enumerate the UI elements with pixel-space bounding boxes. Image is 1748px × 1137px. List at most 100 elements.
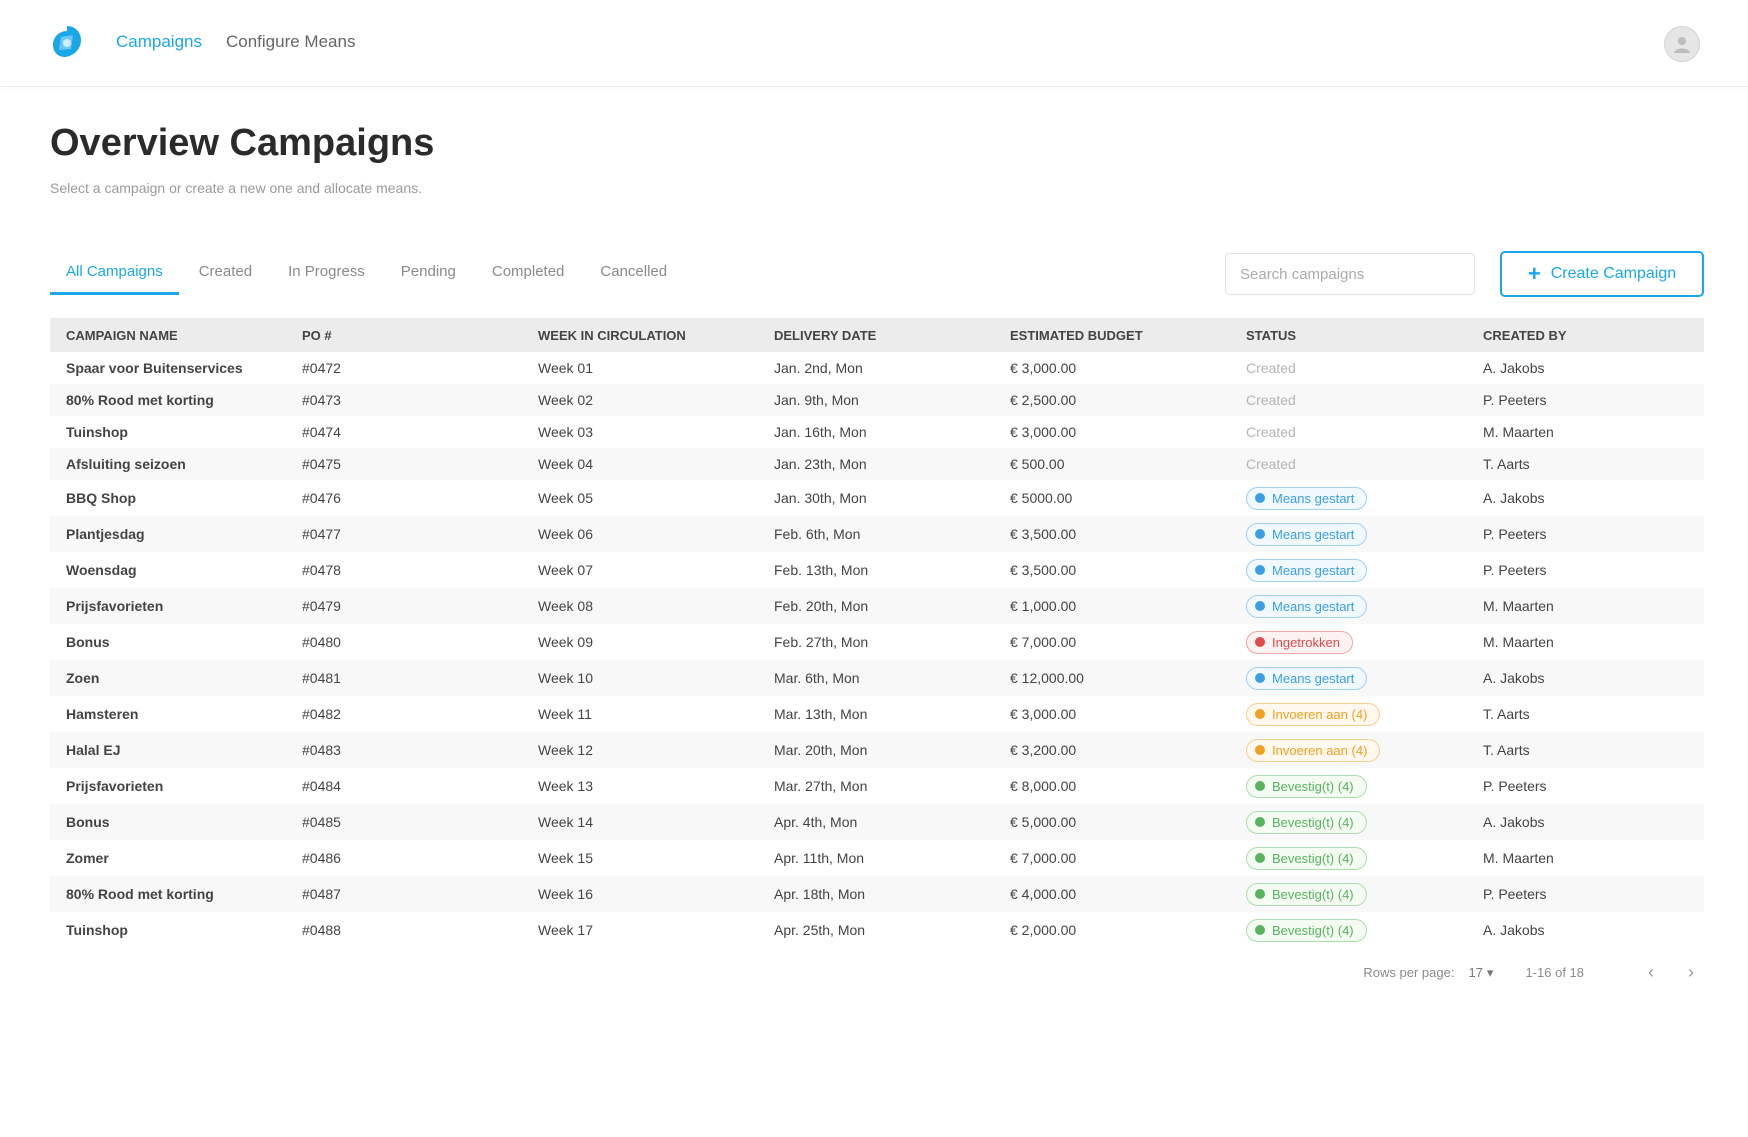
status-badge: Means gestart (1246, 666, 1368, 690)
tab-all-campaigns[interactable]: All Campaigns (50, 255, 179, 295)
table-row[interactable]: Plantjesdag #0477 Week 06 Feb. 6th, Mon € 3,… (50, 516, 1704, 552)
campaign-name-cell: Woensdag (66, 562, 137, 578)
status-dot-icon (1255, 493, 1265, 503)
delivery-date-cell: Apr. 11th, Mon (774, 850, 865, 866)
column-header-created-by[interactable]: Created By (1467, 318, 1704, 352)
status-dot-icon (1255, 781, 1265, 791)
campaign-name-cell: Zomer (66, 850, 109, 866)
table-row[interactable]: Zomer #0486 Week 15 Apr. 11th, Mon € 7,000.0… (50, 840, 1704, 876)
status-badge-label: Means gestart (1272, 598, 1355, 614)
status-badge: Bevestig(t) (4) (1246, 918, 1367, 942)
column-header-budget[interactable]: Estimated Budget (994, 318, 1230, 352)
column-header-delivery-date[interactable]: Delivery Date (758, 318, 994, 352)
table-row[interactable]: Tuinshop #0488 Week 17 Apr. 25th, Mon € 2,00… (50, 912, 1704, 948)
delivery-date-cell: Mar. 13th, Mon (774, 706, 868, 722)
status-badge-label: Invoeren aan (4) (1272, 742, 1368, 758)
po-number-cell: #0485 (302, 814, 341, 830)
status-dot-icon (1255, 925, 1265, 935)
table-row[interactable]: Woensdag #0478 Week 07 Feb. 13th, Mon € 3,50… (50, 552, 1704, 588)
main-nav: Campaigns Configure Means (116, 32, 355, 52)
status-text: Created (1246, 424, 1296, 440)
created-by-cell: T. Aarts (1483, 706, 1530, 722)
table-row[interactable]: Prijsfavorieten #0484 Week 13 Mar. 27th, Mo… (50, 768, 1704, 804)
status-badge: Means gestart (1246, 594, 1368, 618)
column-header-po-number[interactable]: PO # (286, 318, 522, 352)
delivery-date-cell: Jan. 2nd, Mon (774, 360, 863, 376)
created-by-cell: P. Peeters (1483, 526, 1547, 542)
tab-in-progress[interactable]: In Progress (272, 255, 381, 295)
created-by-cell: M. Maarten (1483, 850, 1554, 866)
status-dot-icon (1255, 565, 1265, 575)
delivery-date-cell: Apr. 25th, Mon (774, 922, 866, 938)
status-cell: Created (1230, 352, 1467, 384)
plus-icon: + (1527, 261, 1541, 286)
table-row[interactable]: BBQ Shop #0476 Week 05 Jan. 30th, Mon € 5000… (50, 480, 1704, 516)
budget-cell: € 7,000.00 (1010, 634, 1077, 650)
create-campaign-button[interactable]: + Create Campaign (1500, 251, 1704, 297)
previous-page-icon[interactable]: ‹ (1638, 962, 1664, 983)
status-badge: Invoeren aan (4) (1246, 738, 1381, 762)
table-row[interactable]: Hamsteren #0482 Week 11 Mar. 13th, Mon € 3,0… (50, 696, 1704, 732)
tab-pending[interactable]: Pending (385, 255, 472, 295)
tab-created[interactable]: Created (183, 255, 268, 295)
nav-item-configure-means[interactable]: Configure Means (226, 32, 355, 52)
table-row[interactable]: Halal EJ #0483 Week 12 Mar. 20th, Mon € 3,20… (50, 732, 1704, 768)
status-badge: Means gestart (1246, 558, 1368, 582)
rows-per-page-label: Rows per page: (1363, 965, 1455, 980)
status-tabs: All Campaigns Created In Progress Pendin… (50, 255, 683, 295)
column-header-status[interactable]: Status (1230, 318, 1467, 352)
user-avatar[interactable] (1664, 26, 1700, 62)
app-logo-icon[interactable] (48, 23, 86, 61)
search-input[interactable] (1225, 253, 1475, 295)
status-badge: Bevestig(t) (4) (1246, 846, 1367, 870)
delivery-date-cell: Feb. 27th, Mon (774, 634, 869, 650)
campaign-name-cell: Afsluiting seizoen (66, 456, 186, 472)
campaign-name-cell: Zoen (66, 670, 100, 686)
budget-cell: € 12,000.00 (1010, 670, 1084, 686)
campaign-name-cell: Plantjesdag (66, 526, 145, 542)
status-cell: Bevestig(t) (4) (1230, 768, 1467, 804)
table-row[interactable]: 80% Rood met korting #0473 Week 02 Jan. 9th… (50, 384, 1704, 416)
status-badge: Bevestig(t) (4) (1246, 882, 1367, 906)
table-row[interactable]: Prijsfavorieten #0479 Week 08 Feb. 20th, Mo… (50, 588, 1704, 624)
budget-cell: € 3,500.00 (1010, 562, 1077, 578)
created-by-cell: T. Aarts (1483, 742, 1530, 758)
tab-completed[interactable]: Completed (476, 255, 581, 295)
created-by-cell: P. Peeters (1483, 392, 1547, 408)
status-dot-icon (1255, 601, 1265, 611)
column-header-campaign-name[interactable]: Campaign Name (50, 318, 286, 352)
status-badge: Means gestart (1246, 522, 1368, 546)
status-dot-icon (1255, 817, 1265, 827)
nav-item-campaigns[interactable]: Campaigns (116, 32, 202, 52)
status-cell: Bevestig(t) (4) (1230, 876, 1467, 912)
table-row[interactable]: Zoen #0481 Week 10 Mar. 6th, Mon € 12,000.00… (50, 660, 1704, 696)
status-text: Created (1246, 392, 1296, 408)
status-dot-icon (1255, 745, 1265, 755)
week-cell: Week 13 (538, 778, 593, 794)
budget-cell: € 5000.00 (1010, 490, 1073, 506)
column-header-week[interactable]: Week in Circulation (522, 318, 758, 352)
po-number-cell: #0486 (302, 850, 341, 866)
status-cell: Ingetrokken (1230, 624, 1467, 660)
delivery-date-cell: Jan. 9th, Mon (774, 392, 859, 408)
tab-cancelled[interactable]: Cancelled (584, 255, 683, 295)
table-row[interactable]: Bonus #0480 Week 09 Feb. 27th, Mon € 7,000.0… (50, 624, 1704, 660)
budget-cell: € 2,500.00 (1010, 392, 1077, 408)
status-badge-label: Means gestart (1272, 490, 1355, 506)
next-page-icon[interactable]: › (1678, 962, 1704, 983)
delivery-date-cell: Apr. 4th, Mon (774, 814, 858, 830)
created-by-cell: P. Peeters (1483, 778, 1547, 794)
campaign-name-cell: Bonus (66, 814, 110, 830)
week-cell: Week 01 (538, 360, 593, 376)
delivery-date-cell: Jan. 23th, Mon (774, 456, 867, 472)
status-cell: Invoeren aan (4) (1230, 696, 1467, 732)
table-row[interactable]: Afsluiting seizoen #0475 Week 04 Jan. 23th,… (50, 448, 1704, 480)
rows-per-page-select[interactable]: 17 ▾ (1468, 965, 1493, 981)
table-row[interactable]: Bonus #0485 Week 14 Apr. 4th, Mon € 5,000.00… (50, 804, 1704, 840)
table-row[interactable]: 80% Rood met korting #0487 Week 16 Apr. 18t… (50, 876, 1704, 912)
week-cell: Week 06 (538, 526, 593, 542)
week-cell: Week 08 (538, 598, 593, 614)
table-row[interactable]: Spaar voor Buitenservices #0472 Week 01 Jan… (50, 352, 1704, 384)
table-row[interactable]: Tuinshop #0474 Week 03 Jan. 16th, Mon € 3,00… (50, 416, 1704, 448)
budget-cell: € 3,200.00 (1010, 742, 1077, 758)
